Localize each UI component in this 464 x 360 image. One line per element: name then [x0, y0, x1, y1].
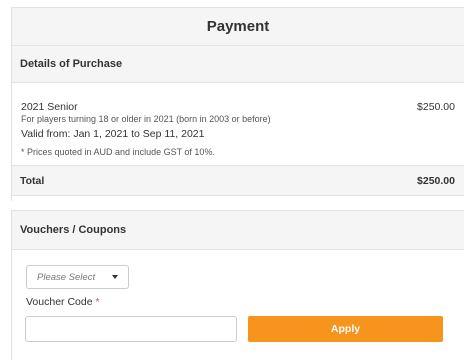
price-note: * Prices quoted in AUD and include GST o… [21, 147, 215, 157]
details-header: Details of Purchase [12, 45, 464, 83]
item-price: $250.00 [417, 101, 455, 113]
total-value: $250.00 [417, 174, 455, 187]
item-name: 2021 Senior [21, 101, 78, 113]
total-row: Total $250.00 [12, 165, 464, 196]
voucher-select-value: Please Select [37, 271, 96, 283]
item-validity: Valid from: Jan 1, 2021 to Sep 11, 2021 [21, 128, 205, 140]
item-description: For players turning 18 or older in 2021 … [21, 114, 271, 124]
voucher-select[interactable]: Please Select [26, 265, 129, 289]
total-label: Total [20, 174, 45, 187]
voucher-code-label: Voucher Code * [26, 296, 100, 308]
required-marker: * [95, 296, 100, 308]
purchase-details-panel: Details of Purchase 2021 Senior $250.00 … [11, 45, 464, 201]
vouchers-panel: Vouchers / Coupons Please Select Voucher… [11, 210, 464, 360]
page-title: Payment [11, 7, 464, 45]
caret-down-icon [112, 275, 118, 279]
apply-button[interactable]: Apply [248, 316, 443, 342]
purchase-item: 2021 Senior $250.00 For players turning … [12, 83, 464, 165]
vouchers-header: Vouchers / Coupons [12, 210, 464, 250]
voucher-code-label-text: Voucher Code [26, 296, 93, 308]
voucher-code-input[interactable] [25, 316, 237, 342]
